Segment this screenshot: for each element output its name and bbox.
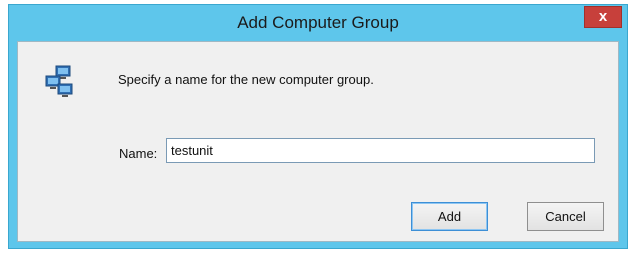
dialog-title: Add Computer Group — [237, 13, 399, 32]
title-bar[interactable]: Add Computer Group x — [9, 5, 627, 41]
name-label: Name: — [119, 146, 158, 161]
cancel-button[interactable]: Cancel — [527, 202, 604, 231]
instruction-text: Specify a name for the new computer grou… — [118, 72, 374, 87]
add-computer-group-dialog: Add Computer Group x Specify a name for … — [8, 4, 628, 249]
name-input[interactable] — [166, 138, 595, 163]
add-button[interactable]: Add — [411, 202, 488, 231]
computer-group-icon — [45, 65, 73, 97]
dialog-body: Specify a name for the new computer grou… — [17, 41, 619, 242]
close-button[interactable]: x — [584, 6, 622, 28]
